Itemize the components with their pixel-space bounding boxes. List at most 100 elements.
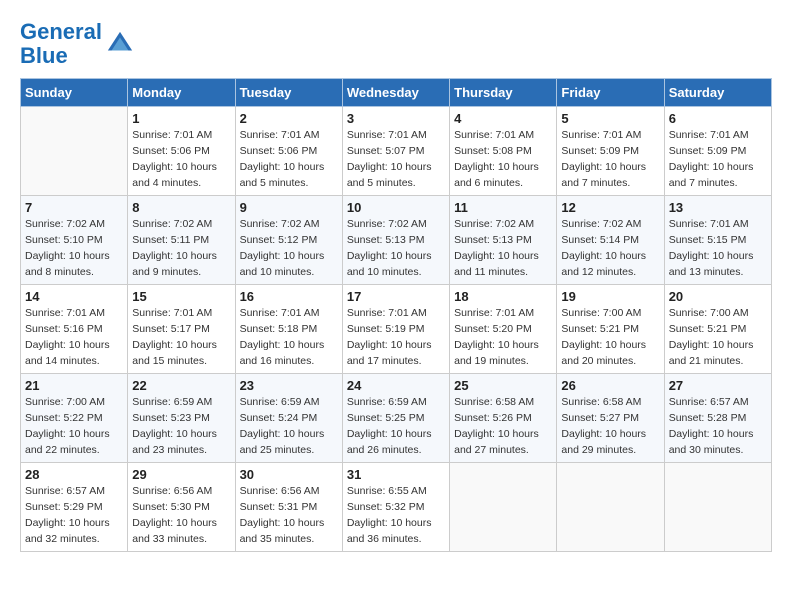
- calendar-cell: 25 Sunrise: 6:58 AM Sunset: 5:26 PM Dayli…: [450, 374, 557, 463]
- day-info: Sunrise: 7:01 AM Sunset: 5:09 PM Dayligh…: [669, 128, 767, 191]
- day-number: 22: [132, 378, 230, 393]
- day-info: Sunrise: 7:01 AM Sunset: 5:15 PM Dayligh…: [669, 217, 767, 280]
- day-info: Sunrise: 7:00 AM Sunset: 5:21 PM Dayligh…: [561, 306, 659, 369]
- col-header-wednesday: Wednesday: [342, 79, 449, 107]
- col-header-thursday: Thursday: [450, 79, 557, 107]
- calendar-cell: 14 Sunrise: 7:01 AM Sunset: 5:16 PM Dayli…: [21, 285, 128, 374]
- day-info: Sunrise: 6:57 AM Sunset: 5:28 PM Dayligh…: [669, 395, 767, 458]
- calendar-week-row: 21 Sunrise: 7:00 AM Sunset: 5:22 PM Dayli…: [21, 374, 772, 463]
- day-number: 21: [25, 378, 123, 393]
- day-info: Sunrise: 6:59 AM Sunset: 5:23 PM Dayligh…: [132, 395, 230, 458]
- calendar-cell: 15 Sunrise: 7:01 AM Sunset: 5:17 PM Dayli…: [128, 285, 235, 374]
- calendar-cell: 22 Sunrise: 6:59 AM Sunset: 5:23 PM Dayli…: [128, 374, 235, 463]
- day-number: 7: [25, 200, 123, 215]
- calendar-cell: [557, 463, 664, 552]
- calendar-week-row: 1 Sunrise: 7:01 AM Sunset: 5:06 PM Daylig…: [21, 107, 772, 196]
- calendar-cell: 27 Sunrise: 6:57 AM Sunset: 5:28 PM Dayli…: [664, 374, 771, 463]
- day-number: 17: [347, 289, 445, 304]
- calendar-week-row: 14 Sunrise: 7:01 AM Sunset: 5:16 PM Dayli…: [21, 285, 772, 374]
- calendar-week-row: 7 Sunrise: 7:02 AM Sunset: 5:10 PM Daylig…: [21, 196, 772, 285]
- calendar-cell: 16 Sunrise: 7:01 AM Sunset: 5:18 PM Dayli…: [235, 285, 342, 374]
- day-info: Sunrise: 7:01 AM Sunset: 5:07 PM Dayligh…: [347, 128, 445, 191]
- day-number: 11: [454, 200, 552, 215]
- day-info: Sunrise: 7:01 AM Sunset: 5:08 PM Dayligh…: [454, 128, 552, 191]
- calendar-cell: 17 Sunrise: 7:01 AM Sunset: 5:19 PM Dayli…: [342, 285, 449, 374]
- day-info: Sunrise: 7:00 AM Sunset: 5:21 PM Dayligh…: [669, 306, 767, 369]
- col-header-sunday: Sunday: [21, 79, 128, 107]
- calendar-cell: 30 Sunrise: 6:56 AM Sunset: 5:31 PM Dayli…: [235, 463, 342, 552]
- calendar-cell: 1 Sunrise: 7:01 AM Sunset: 5:06 PM Daylig…: [128, 107, 235, 196]
- day-number: 9: [240, 200, 338, 215]
- day-info: Sunrise: 6:56 AM Sunset: 5:31 PM Dayligh…: [240, 484, 338, 547]
- day-number: 12: [561, 200, 659, 215]
- day-number: 2: [240, 111, 338, 126]
- day-number: 8: [132, 200, 230, 215]
- day-number: 31: [347, 467, 445, 482]
- day-info: Sunrise: 7:01 AM Sunset: 5:16 PM Dayligh…: [25, 306, 123, 369]
- calendar-cell: 28 Sunrise: 6:57 AM Sunset: 5:29 PM Dayli…: [21, 463, 128, 552]
- day-number: 23: [240, 378, 338, 393]
- day-number: 29: [132, 467, 230, 482]
- calendar-cell: 8 Sunrise: 7:02 AM Sunset: 5:11 PM Daylig…: [128, 196, 235, 285]
- day-number: 30: [240, 467, 338, 482]
- col-header-friday: Friday: [557, 79, 664, 107]
- day-info: Sunrise: 7:02 AM Sunset: 5:12 PM Dayligh…: [240, 217, 338, 280]
- day-number: 24: [347, 378, 445, 393]
- day-number: 18: [454, 289, 552, 304]
- calendar-cell: 5 Sunrise: 7:01 AM Sunset: 5:09 PM Daylig…: [557, 107, 664, 196]
- calendar-cell: 21 Sunrise: 7:00 AM Sunset: 5:22 PM Dayli…: [21, 374, 128, 463]
- calendar-body: 1 Sunrise: 7:01 AM Sunset: 5:06 PM Daylig…: [21, 107, 772, 552]
- day-info: Sunrise: 7:02 AM Sunset: 5:11 PM Dayligh…: [132, 217, 230, 280]
- day-info: Sunrise: 7:01 AM Sunset: 5:06 PM Dayligh…: [132, 128, 230, 191]
- day-number: 4: [454, 111, 552, 126]
- calendar-cell: 3Sunrise: 7:01 AM Sunset: 5:07 PM Daylig…: [342, 107, 449, 196]
- calendar-cell: 24Sunrise: 6:59 AM Sunset: 5:25 PM Dayli…: [342, 374, 449, 463]
- day-number: 5: [561, 111, 659, 126]
- calendar-cell: [21, 107, 128, 196]
- day-number: 15: [132, 289, 230, 304]
- day-number: 28: [25, 467, 123, 482]
- day-info: Sunrise: 6:58 AM Sunset: 5:26 PM Dayligh…: [454, 395, 552, 458]
- day-info: Sunrise: 7:01 AM Sunset: 5:18 PM Dayligh…: [240, 306, 338, 369]
- day-number: 14: [25, 289, 123, 304]
- calendar-cell: 20Sunrise: 7:00 AM Sunset: 5:21 PM Dayli…: [664, 285, 771, 374]
- day-number: 26: [561, 378, 659, 393]
- day-number: 1: [132, 111, 230, 126]
- day-number: 6: [669, 111, 767, 126]
- day-number: 13: [669, 200, 767, 215]
- calendar-cell: 4 Sunrise: 7:01 AM Sunset: 5:08 PM Daylig…: [450, 107, 557, 196]
- day-number: 10: [347, 200, 445, 215]
- calendar-cell: 29 Sunrise: 6:56 AM Sunset: 5:30 PM Dayli…: [128, 463, 235, 552]
- calendar-cell: 9 Sunrise: 7:02 AM Sunset: 5:12 PM Daylig…: [235, 196, 342, 285]
- logo-icon: [106, 30, 134, 58]
- col-header-saturday: Saturday: [664, 79, 771, 107]
- day-info: Sunrise: 7:01 AM Sunset: 5:17 PM Dayligh…: [132, 306, 230, 369]
- day-info: Sunrise: 7:02 AM Sunset: 5:10 PM Dayligh…: [25, 217, 123, 280]
- day-info: Sunrise: 6:57 AM Sunset: 5:29 PM Dayligh…: [25, 484, 123, 547]
- calendar-cell: [450, 463, 557, 552]
- day-number: 19: [561, 289, 659, 304]
- day-info: Sunrise: 7:01 AM Sunset: 5:19 PM Dayligh…: [347, 306, 445, 369]
- day-number: 25: [454, 378, 552, 393]
- page-header: GeneralBlue: [20, 20, 772, 68]
- col-header-tuesday: Tuesday: [235, 79, 342, 107]
- day-info: Sunrise: 7:02 AM Sunset: 5:14 PM Dayligh…: [561, 217, 659, 280]
- calendar-cell: 7 Sunrise: 7:02 AM Sunset: 5:10 PM Daylig…: [21, 196, 128, 285]
- calendar-cell: 19 Sunrise: 7:00 AM Sunset: 5:21 PM Dayli…: [557, 285, 664, 374]
- calendar-cell: 23 Sunrise: 6:59 AM Sunset: 5:24 PM Dayli…: [235, 374, 342, 463]
- day-info: Sunrise: 7:02 AM Sunset: 5:13 PM Dayligh…: [454, 217, 552, 280]
- day-number: 16: [240, 289, 338, 304]
- day-info: Sunrise: 6:59 AM Sunset: 5:24 PM Dayligh…: [240, 395, 338, 458]
- day-info: Sunrise: 6:56 AM Sunset: 5:30 PM Dayligh…: [132, 484, 230, 547]
- calendar-cell: [664, 463, 771, 552]
- calendar-cell: 13 Sunrise: 7:01 AM Sunset: 5:15 PM Dayli…: [664, 196, 771, 285]
- day-info: Sunrise: 7:00 AM Sunset: 5:22 PM Dayligh…: [25, 395, 123, 458]
- calendar-cell: 2Sunrise: 7:01 AM Sunset: 5:06 PM Daylig…: [235, 107, 342, 196]
- day-number: 27: [669, 378, 767, 393]
- day-info: Sunrise: 7:01 AM Sunset: 5:09 PM Dayligh…: [561, 128, 659, 191]
- calendar-cell: 26Sunrise: 6:58 AM Sunset: 5:27 PM Dayli…: [557, 374, 664, 463]
- calendar-cell: 6 Sunrise: 7:01 AM Sunset: 5:09 PM Daylig…: [664, 107, 771, 196]
- calendar-cell: 11 Sunrise: 7:02 AM Sunset: 5:13 PM Dayli…: [450, 196, 557, 285]
- col-header-monday: Monday: [128, 79, 235, 107]
- day-info: Sunrise: 7:01 AM Sunset: 5:20 PM Dayligh…: [454, 306, 552, 369]
